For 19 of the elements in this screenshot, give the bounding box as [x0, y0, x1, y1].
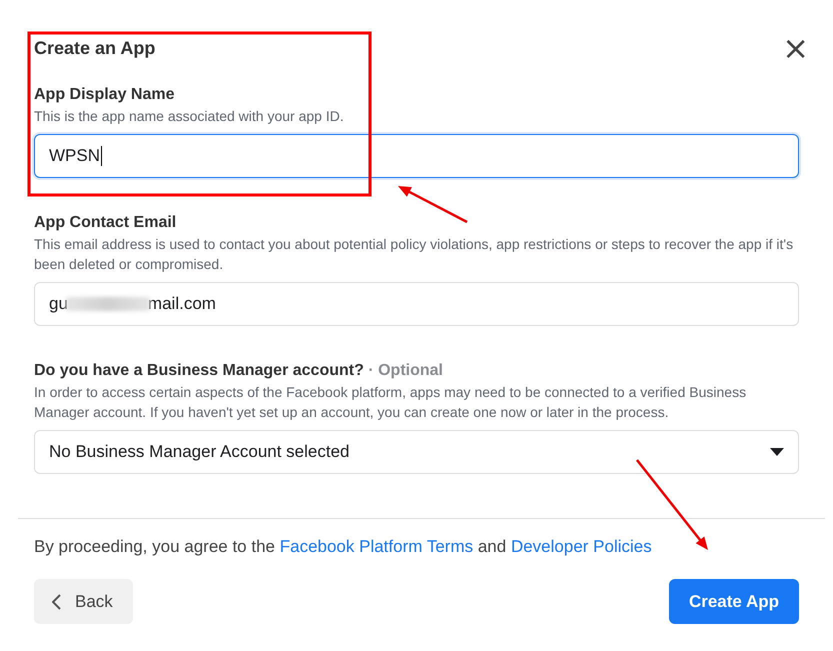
field-label: App Display Name: [34, 86, 176, 104]
dropdown-caret-icon: [770, 448, 784, 456]
annotation-arrow: [398, 186, 468, 224]
close-button[interactable]: ×: [782, 36, 809, 60]
back-button[interactable]: Back: [34, 579, 133, 624]
email-field[interactable]: gu mail.com: [34, 282, 799, 326]
field-label: App Contact Email: [34, 214, 178, 232]
field-help-text: In order to access certain aspects of the Facebook platform, apps may need to be connected to a verified Business Manager account. If you haven't yet set up an account, you can create one now or later in the process.: [34, 383, 748, 422]
field-help-text: This email address is used to contact you about potential policy violations, app restrictions or steps to recover the app if it's been deleted or compromised.: [34, 235, 794, 274]
field-help-text: This is the app name associated with your app ID.: [34, 107, 345, 126]
platform-terms-link[interactable]: Facebook Platform Terms: [280, 537, 474, 556]
chevron-left-icon: [52, 594, 61, 610]
select-field[interactable]: No Business Manager Account selected: [34, 430, 799, 474]
create-app-button[interactable]: Create App: [668, 579, 799, 624]
terms-notice: By proceeding, you agree to the Facebook Platform Terms and Developer Policies: [34, 537, 653, 557]
developer-policies-link[interactable]: Developer Policies: [510, 537, 652, 556]
dialog-title: Create an App: [34, 38, 156, 58]
field-label: Do you have a Business Manager account? · Optional: [34, 362, 444, 380]
text-field[interactable]: WPSN: [34, 134, 799, 178]
